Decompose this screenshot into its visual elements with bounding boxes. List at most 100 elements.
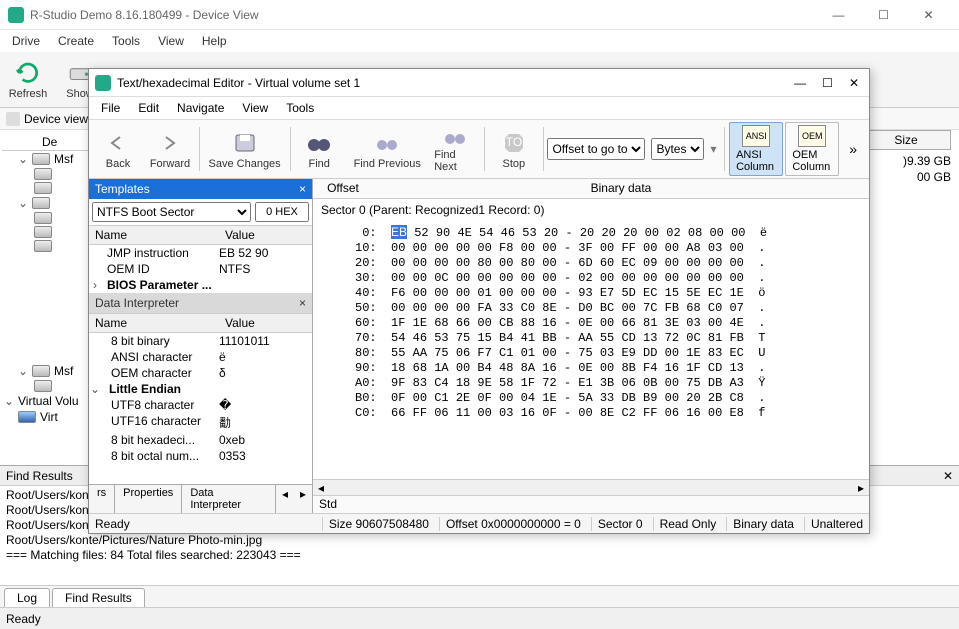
menu-help[interactable]: Help: [194, 32, 235, 50]
hex-window-title: Text/hexadecimal Editor - Virtual volume…: [117, 76, 360, 90]
expand-icon[interactable]: ⌄: [4, 394, 14, 408]
template-select[interactable]: NTFS Boot Sector: [92, 202, 251, 222]
col-value-header[interactable]: Value: [219, 314, 312, 332]
tab-left-arrow-icon[interactable]: ◂: [276, 485, 294, 513]
hex-statusbar: Ready Size 90607508480 Offset 0x00000000…: [89, 513, 869, 533]
size-column-header[interactable]: Size: [861, 130, 951, 150]
tab-log[interactable]: Log: [4, 588, 50, 607]
interp-row: OEM characterδ: [89, 365, 312, 381]
col-name-header[interactable]: Name: [89, 226, 219, 244]
hdd-icon: [34, 212, 52, 224]
find-button[interactable]: Find: [294, 124, 344, 174]
main-menu: Drive Create Tools View Help: [0, 30, 959, 52]
find-previous-button[interactable]: Find Previous: [346, 124, 428, 174]
expand-icon[interactable]: ⌄: [18, 152, 28, 166]
chevron-right-icon[interactable]: ›: [89, 278, 101, 292]
size-value: )9.39 GB: [903, 154, 951, 168]
hdd-icon: [34, 380, 52, 392]
result-line[interactable]: Root/Users/konte/Pictures/Nature Photo-m…: [6, 533, 953, 548]
close-icon[interactable]: ×: [299, 182, 306, 196]
std-label: Std: [313, 495, 869, 513]
scroll-right-icon[interactable]: ▸: [853, 481, 869, 495]
find-results-title: Find Results: [6, 469, 73, 483]
tab-right-arrow-icon[interactable]: ▸: [294, 485, 312, 513]
ansi-column-button[interactable]: ANSI ANSI Column: [729, 122, 783, 176]
interp-row: UTF16 character勫: [89, 413, 312, 432]
binocular-prev-icon: [373, 129, 401, 157]
maximize-button[interactable]: ☐: [822, 76, 833, 90]
menu-edit[interactable]: Edit: [130, 99, 167, 117]
close-icon[interactable]: ×: [299, 296, 306, 310]
scroll-left-icon[interactable]: ◂: [313, 481, 329, 495]
expand-icon[interactable]: ⌄: [18, 364, 28, 378]
refresh-icon: [14, 59, 42, 87]
main-statusbar: Ready: [0, 607, 959, 629]
save-changes-button[interactable]: Save Changes: [204, 124, 286, 174]
hex-offset-input[interactable]: [255, 202, 309, 222]
chevron-down-icon[interactable]: ▾: [706, 142, 720, 156]
status-readonly: Read Only: [653, 517, 717, 531]
status-ready: Ready: [95, 517, 130, 531]
horizontal-scrollbar[interactable]: ◂ ▸: [313, 479, 869, 495]
menu-tools[interactable]: Tools: [278, 99, 322, 117]
expand-icon[interactable]: ⌄: [18, 196, 28, 210]
status-binary: Binary data: [726, 517, 794, 531]
tab-data-interpreter[interactable]: Data Interpreter: [182, 485, 276, 513]
templates-header: Templates ×: [89, 179, 312, 199]
tab-properties[interactable]: Properties: [115, 485, 182, 513]
tab-find-results[interactable]: Find Results: [52, 588, 145, 607]
menu-create[interactable]: Create: [50, 32, 102, 50]
main-titlebar: R-Studio Demo 8.16.180499 - Device View …: [0, 0, 959, 30]
menu-view[interactable]: View: [234, 99, 276, 117]
hdd-icon: [32, 197, 50, 209]
col-name-header[interactable]: Name: [89, 314, 219, 332]
bottom-tabs: Log Find Results: [0, 585, 959, 607]
close-button[interactable]: ✕: [849, 76, 859, 90]
binocular-icon: [305, 129, 333, 157]
status-offset: Offset 0x0000000000 = 0: [439, 517, 581, 531]
interp-row: ⌄Little Endian: [89, 381, 312, 397]
minimize-button[interactable]: —: [816, 0, 861, 30]
window-title: R-Studio Demo 8.16.180499 - Device View: [30, 8, 816, 22]
close-button[interactable]: ✕: [906, 0, 951, 30]
back-button[interactable]: Back: [93, 124, 143, 174]
hdd-icon: [34, 240, 52, 252]
hdd-icon: [34, 226, 52, 238]
offset-goto-select[interactable]: Offset to go to: [547, 138, 645, 160]
menu-file[interactable]: File: [93, 99, 128, 117]
interp-row: ANSI characterë: [89, 349, 312, 365]
bytes-select[interactable]: Bytes: [651, 138, 704, 160]
status-unaltered: Unaltered: [804, 517, 863, 531]
stop-button[interactable]: STOP Stop: [489, 124, 539, 174]
menu-view[interactable]: View: [150, 32, 192, 50]
hdd-icon: [34, 182, 52, 194]
binary-column-header[interactable]: Binary data: [373, 179, 869, 198]
oem-column-button[interactable]: OEM OEM Column: [785, 122, 839, 176]
menu-navigate[interactable]: Navigate: [169, 99, 232, 117]
close-icon[interactable]: ✕: [943, 469, 953, 483]
ansi-icon: ANSI: [742, 125, 770, 147]
interp-row: 8 bit binary11101011: [89, 333, 312, 349]
maximize-button[interactable]: ☐: [861, 0, 906, 30]
refresh-button[interactable]: Refresh: [4, 55, 52, 105]
hdd-icon: [34, 168, 52, 180]
back-arrow-icon: [104, 129, 132, 157]
hdd-icon: [32, 153, 50, 165]
toolbar-overflow-icon[interactable]: »: [841, 141, 865, 157]
oem-icon: OEM: [798, 125, 826, 147]
menu-tools[interactable]: Tools: [104, 32, 148, 50]
find-next-button[interactable]: Find Next: [430, 124, 480, 174]
menu-drive[interactable]: Drive: [4, 32, 48, 50]
hex-editor-window: Text/hexadecimal Editor - Virtual volume…: [88, 68, 870, 534]
col-value-header[interactable]: Value: [219, 226, 312, 244]
size-value: 00 GB: [903, 170, 951, 184]
offset-column-header[interactable]: Offset: [313, 179, 373, 198]
hex-dump[interactable]: 0: EB 52 90 4E 54 46 53 20 - 20 20 20 00…: [313, 221, 869, 479]
minimize-button[interactable]: —: [794, 76, 806, 90]
device-view-icon: [6, 112, 20, 126]
tab-rs[interactable]: rs: [89, 485, 115, 513]
chevron-down-icon[interactable]: ⌄: [89, 382, 101, 396]
status-sector: Sector 0: [591, 517, 643, 531]
forward-button[interactable]: Forward: [145, 124, 195, 174]
hdd-icon: [32, 365, 50, 377]
